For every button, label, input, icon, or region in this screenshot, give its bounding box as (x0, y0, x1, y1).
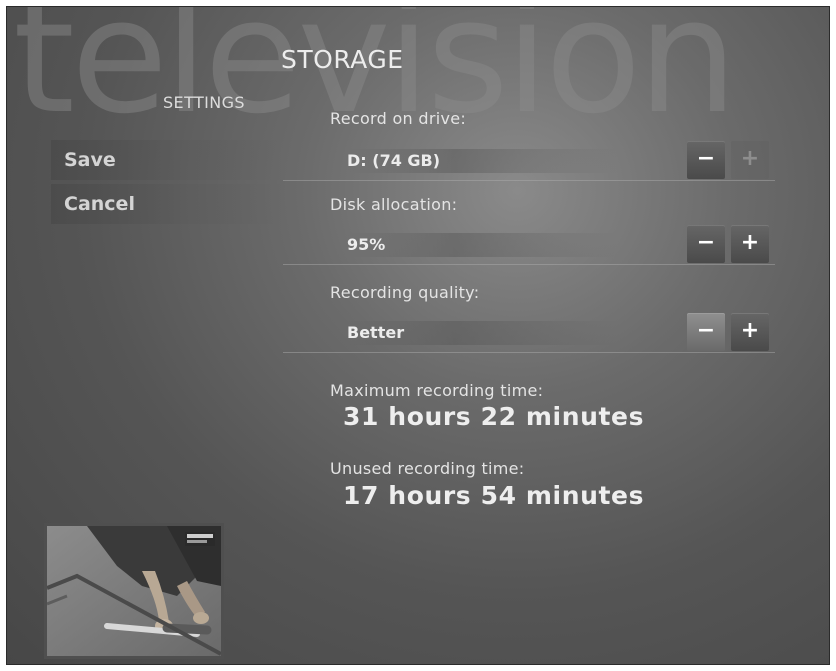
record-on-drive-label: Record on drive: (330, 109, 467, 128)
page-title: STORAGE (281, 45, 404, 74)
recording-quality-value: Better (347, 321, 617, 345)
recording-quality-label: Recording quality: (330, 283, 480, 302)
live-tv-preview[interactable] (44, 523, 224, 659)
record-on-drive-value: D: (74 GB) (347, 149, 617, 173)
record-on-drive-row: D: (74 GB) − + (283, 137, 775, 181)
unused-recording-time-label: Unused recording time: (330, 459, 525, 478)
max-recording-time-label: Maximum recording time: (330, 381, 544, 400)
max-recording-time-value: 31 hours 22 minutes (343, 402, 645, 431)
record-on-drive-increase-button[interactable]: + (731, 141, 769, 179)
recording-quality-decrease-button[interactable]: − (687, 313, 725, 351)
disk-allocation-increase-button[interactable]: + (731, 225, 769, 263)
live-tv-preview-image (47, 526, 221, 656)
disk-allocation-row: 95% − + (283, 221, 775, 265)
recording-quality-increase-button[interactable]: + (731, 313, 769, 351)
record-on-drive-decrease-button[interactable]: − (687, 141, 725, 179)
unused-recording-time-value: 17 hours 54 minutes (343, 481, 645, 510)
disk-allocation-label: Disk allocation: (330, 195, 458, 214)
recording-quality-row: Better − + (283, 309, 775, 353)
disk-allocation-decrease-button[interactable]: − (687, 225, 725, 263)
section-label: SETTINGS (163, 93, 245, 112)
media-center-window: television STORAGE SETTINGS Save Cancel … (6, 6, 830, 665)
disk-allocation-value: 95% (347, 233, 617, 257)
save-button[interactable]: Save (51, 140, 283, 180)
cancel-button[interactable]: Cancel (51, 184, 283, 224)
